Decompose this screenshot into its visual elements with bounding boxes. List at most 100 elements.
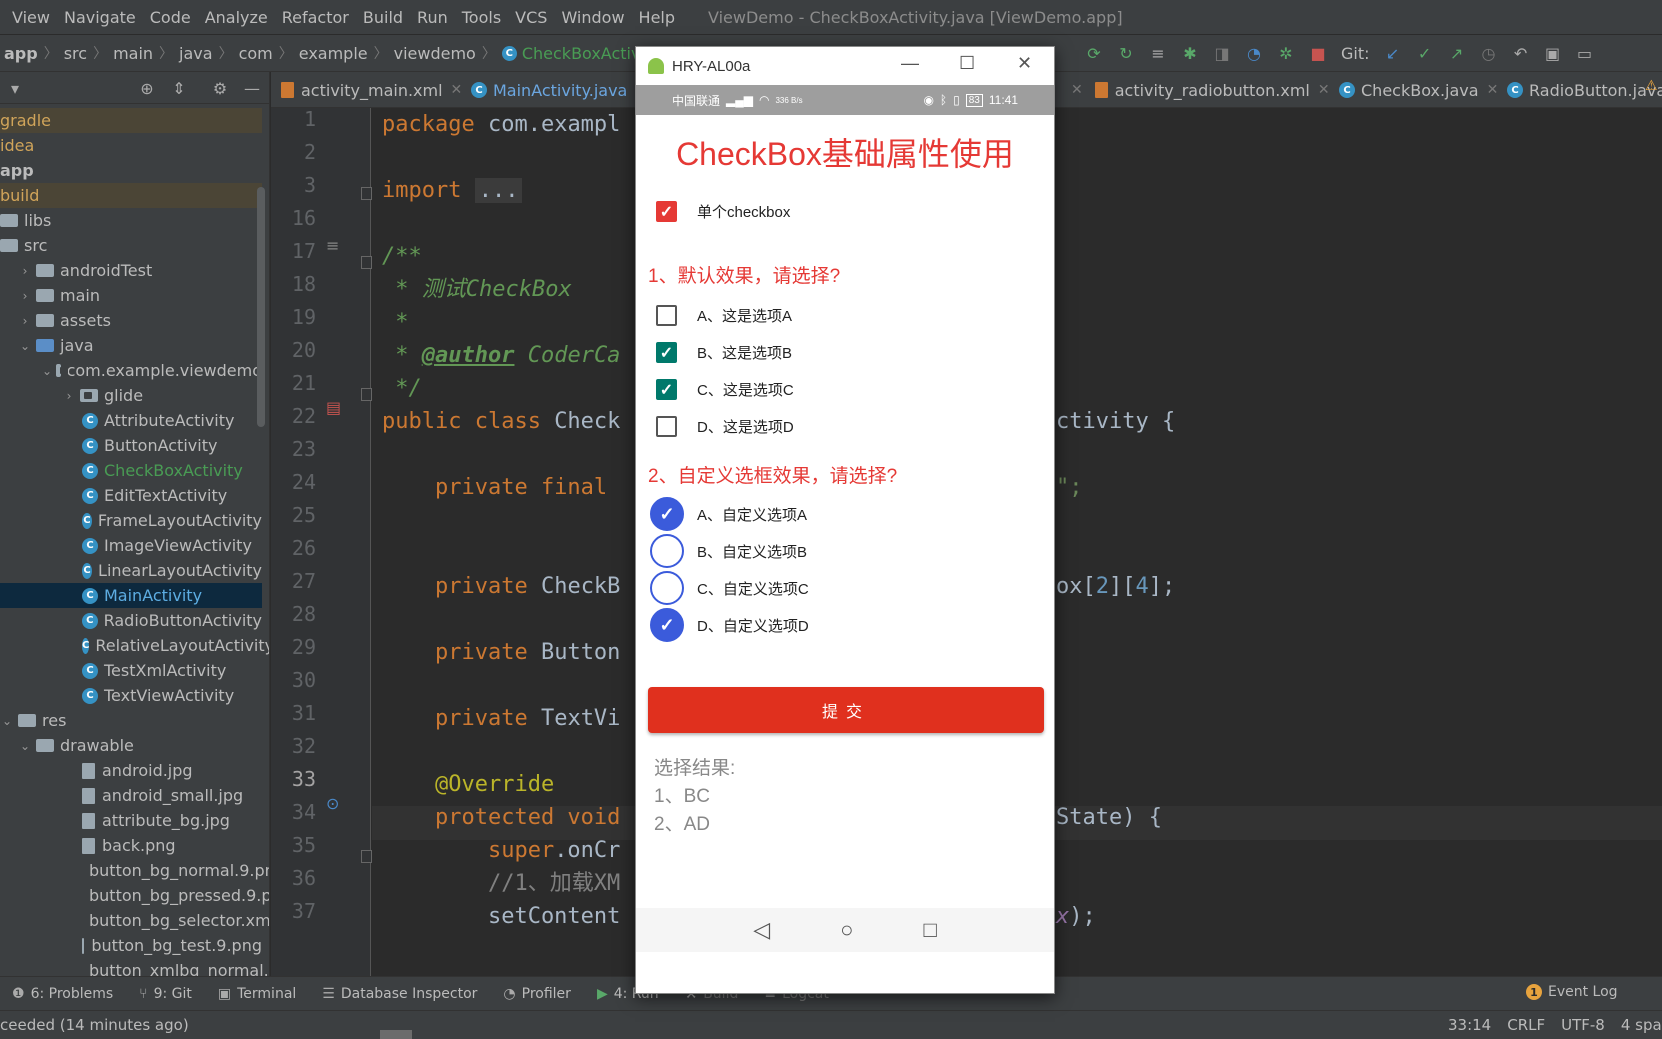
tree-item[interactable]: › glide <box>0 383 262 408</box>
tree-item[interactable]: ⌄ drawable <box>0 733 262 758</box>
rollback-icon[interactable]: ↶ <box>1512 44 1530 63</box>
tree-item[interactable]: C TestXmlActivity <box>0 658 262 683</box>
q1-option-b[interactable]: ✓ B、这是选项B <box>656 342 792 363</box>
tree-item[interactable]: build <box>0 183 262 208</box>
fold-marker-icon[interactable] <box>361 187 372 200</box>
single-checkbox[interactable]: ✓ 单个checkbox <box>656 201 790 222</box>
menu-window[interactable]: Window <box>554 8 631 27</box>
override-icon[interactable]: ⊙ <box>326 794 339 813</box>
file-encoding[interactable]: UTF-8 <box>1561 1016 1605 1034</box>
menu-help[interactable]: Help <box>632 8 682 27</box>
breadcrumb-main[interactable]: main <box>113 44 153 63</box>
chevron-right-icon[interactable]: › <box>18 289 32 303</box>
close-icon[interactable]: ✕ <box>1071 82 1083 98</box>
tree-item[interactable]: button_bg_normal.9.pn <box>0 858 269 883</box>
chevron-down-icon[interactable]: ⌄ <box>18 339 32 353</box>
problems-tool-button[interactable]: ❶ 6: Problems <box>12 986 113 1002</box>
submit-button[interactable]: 提交 <box>648 687 1044 733</box>
breadcrumb-example[interactable]: example <box>299 44 368 63</box>
tree-item[interactable]: android.jpg <box>0 758 262 783</box>
attach-debugger-icon[interactable]: ✲ <box>1277 44 1295 63</box>
rerun-icon[interactable]: ⟳ <box>1085 44 1103 63</box>
tab-activity-radiobutton-xml[interactable]: ✕ activity_radiobutton.xml ✕ <box>1071 72 1330 108</box>
breadcrumb-com[interactable]: com <box>239 44 273 63</box>
coverage-icon[interactable]: ◨ <box>1213 44 1231 63</box>
q2-option-c[interactable]: C、自定义选项C <box>650 571 809 605</box>
menu-vcs[interactable]: VCS <box>508 8 554 27</box>
close-icon[interactable]: ✕ <box>1487 82 1499 98</box>
git-commit-icon[interactable]: ✓ <box>1416 44 1434 63</box>
git-push-icon[interactable]: ↗ <box>1448 44 1466 63</box>
tree-item[interactable]: C MainActivity <box>0 583 262 608</box>
back-icon[interactable]: ◁ <box>753 917 770 943</box>
tree-item[interactable]: button_bg_selector.xm <box>0 908 269 933</box>
tree-item[interactable]: android_small.jpg <box>0 783 262 808</box>
chevron-down-icon[interactable]: ⌄ <box>0 714 14 728</box>
tab-radiobutton-java[interactable]: C RadioButton.java <box>1507 72 1662 108</box>
menu-analyze[interactable]: Analyze <box>198 8 275 27</box>
breadcrumb-app[interactable]: app <box>0 44 38 63</box>
tree-item[interactable]: › assets <box>0 308 262 333</box>
breadcrumb-src[interactable]: src <box>64 44 87 63</box>
tree-item[interactable]: button_bg_pressed.9.p <box>0 883 269 908</box>
tree-item[interactable]: ⌄ com.example.viewdemo <box>0 358 262 383</box>
menu-build[interactable]: Build <box>356 8 410 27</box>
indent-setting[interactable]: 4 spac <box>1621 1016 1662 1034</box>
tree-item[interactable]: C ImageViewActivity <box>0 533 262 558</box>
minimize-icon[interactable]: — <box>901 53 919 74</box>
tree-item[interactable]: libs <box>0 208 262 233</box>
close-icon[interactable]: ✕ <box>1017 53 1032 74</box>
maximize-icon[interactable]: ☐ <box>959 53 975 74</box>
q1-option-d[interactable]: D、这是选项D <box>656 416 794 437</box>
warning-icon[interactable]: ⚠ <box>1645 78 1658 94</box>
minimize-icon[interactable]: — <box>243 79 261 98</box>
fold-marker-icon[interactable] <box>361 850 372 863</box>
terminal-tool-button[interactable]: ▣ Terminal <box>218 986 296 1002</box>
tree-item[interactable]: C LinearLayoutActivity <box>0 558 262 583</box>
close-icon[interactable]: ✕ <box>1318 82 1330 98</box>
tree-item[interactable]: ⌄ res <box>0 708 262 733</box>
device-file-icon[interactable]: ▭ <box>1576 44 1594 63</box>
caret-position[interactable]: 33:14 <box>1448 1016 1491 1034</box>
breadcrumb-viewdemo[interactable]: viewdemo <box>394 44 476 63</box>
tab-checkbox-java[interactable]: C CheckBox.java ✕ <box>1339 72 1498 108</box>
apply-changes-icon[interactable]: ↻ <box>1117 44 1135 63</box>
tree-item[interactable]: back.png <box>0 833 262 858</box>
structure-icon[interactable]: ≡ <box>326 236 339 255</box>
chevron-right-icon[interactable]: › <box>18 314 32 328</box>
layout-icon[interactable]: ▤ <box>326 398 341 417</box>
avd-manager-icon[interactable]: ▣ <box>1544 44 1562 63</box>
tree-item[interactable]: C ButtonActivity <box>0 433 262 458</box>
chevron-down-icon[interactable]: ⌄ <box>18 739 32 753</box>
menu-view[interactable]: View <box>0 8 57 27</box>
tree-item[interactable]: attribute_bg.jpg <box>0 808 262 833</box>
fold-marker-icon[interactable] <box>361 256 372 269</box>
history-icon[interactable]: ◷ <box>1480 44 1498 63</box>
fold-marker-icon[interactable] <box>361 388 372 401</box>
q2-option-d[interactable]: ✓ D、自定义选项D <box>650 608 809 642</box>
home-icon[interactable]: ○ <box>840 917 853 943</box>
tree-item[interactable]: ⌄ java <box>0 333 262 358</box>
dropdown-icon[interactable]: ▾ <box>6 79 24 98</box>
tree-item[interactable]: button_bg_test.9.png <box>0 933 262 958</box>
close-icon[interactable]: ✕ <box>451 82 463 98</box>
horizontal-scrollbar[interactable] <box>380 1030 412 1039</box>
git-update-icon[interactable]: ↙ <box>1384 44 1402 63</box>
tab-activity-main-xml[interactable]: activity_main.xml ✕ <box>281 72 462 108</box>
status-message[interactable]: ceeded (14 minutes ago) <box>0 1016 189 1034</box>
breadcrumb-java[interactable]: java <box>179 44 213 63</box>
q2-option-b[interactable]: B、自定义选项B <box>650 534 807 568</box>
tree-item[interactable]: gradle <box>0 108 262 133</box>
event-log-button[interactable]: 1 Event Log <box>1526 984 1618 1000</box>
tree-item[interactable]: C RelativeLayoutActivity <box>0 633 269 658</box>
profile-icon[interactable]: ◔ <box>1245 44 1263 63</box>
tree-item[interactable]: idea <box>0 133 262 158</box>
apply-code-icon[interactable]: ≡ <box>1149 44 1167 63</box>
tree-item[interactable]: › main <box>0 283 262 308</box>
tree-item[interactable]: button_xmlbg_normal. <box>0 958 269 976</box>
menu-run[interactable]: Run <box>410 8 455 27</box>
q2-option-a[interactable]: ✓ A、自定义选项A <box>650 497 807 531</box>
menu-refactor[interactable]: Refactor <box>275 8 356 27</box>
tree-item[interactable]: C RadioButtonActivity <box>0 608 262 633</box>
tree-item[interactable]: C TextViewActivity <box>0 683 262 708</box>
